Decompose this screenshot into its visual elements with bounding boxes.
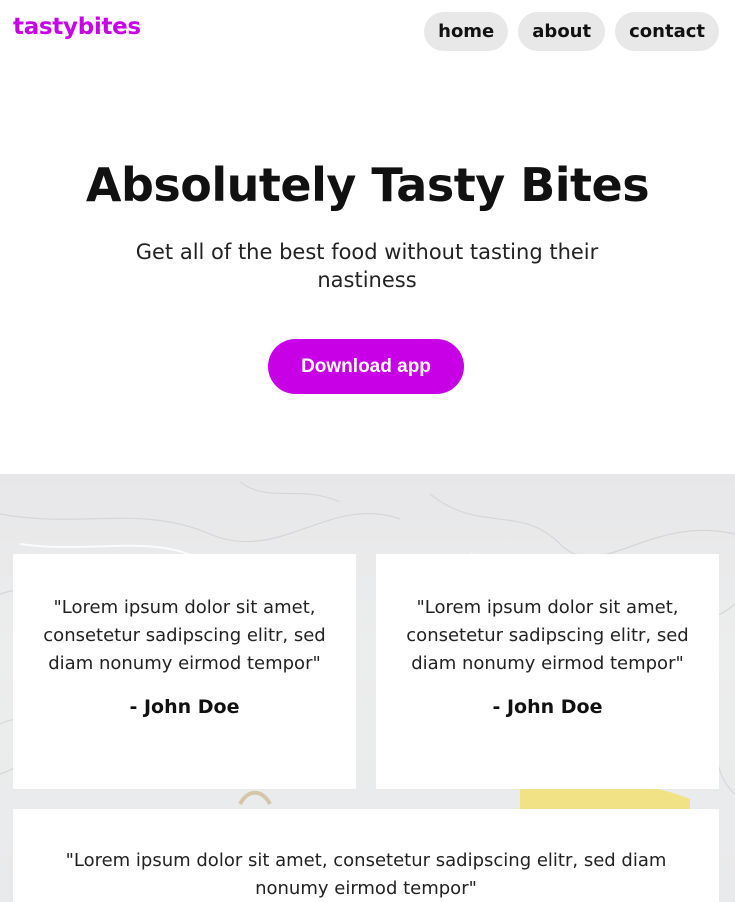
site-logo[interactable]: tastybites <box>13 14 141 40</box>
testimonial-card: "Lorem ipsum dolor sit amet, consetetur … <box>13 809 719 902</box>
hero-subtitle: Get all of the best food without tasting… <box>135 240 599 292</box>
nav-home[interactable]: home <box>424 12 509 51</box>
hero-section: Absolutely Tasty Bites Get all of the be… <box>0 70 735 474</box>
hero-title: Absolutely Tasty Bites <box>85 158 650 212</box>
testimonial-card: "Lorem ipsum dolor sit amet, consetetur … <box>376 554 719 789</box>
download-app-button[interactable]: Download app <box>268 339 464 394</box>
testimonial-quote: "Lorem ipsum dolor sit amet, consetetur … <box>65 850 667 899</box>
site-header: tastybites home about contact <box>0 0 735 70</box>
nav-contact[interactable]: contact <box>615 12 719 51</box>
testimonial-card: "Lorem ipsum dolor sit amet, consetetur … <box>13 554 356 789</box>
testimonial-author: - John Doe <box>129 696 240 718</box>
nav-about[interactable]: about <box>518 12 606 51</box>
testimonial-author: - John Doe <box>492 696 603 718</box>
main-nav: home about contact <box>424 12 719 51</box>
testimonial-quote: "Lorem ipsum dolor sit amet, consetetur … <box>43 597 326 674</box>
testimonial-quote: "Lorem ipsum dolor sit amet, consetetur … <box>406 597 689 674</box>
testimonials-section: "Lorem ipsum dolor sit amet, consetetur … <box>0 474 735 902</box>
